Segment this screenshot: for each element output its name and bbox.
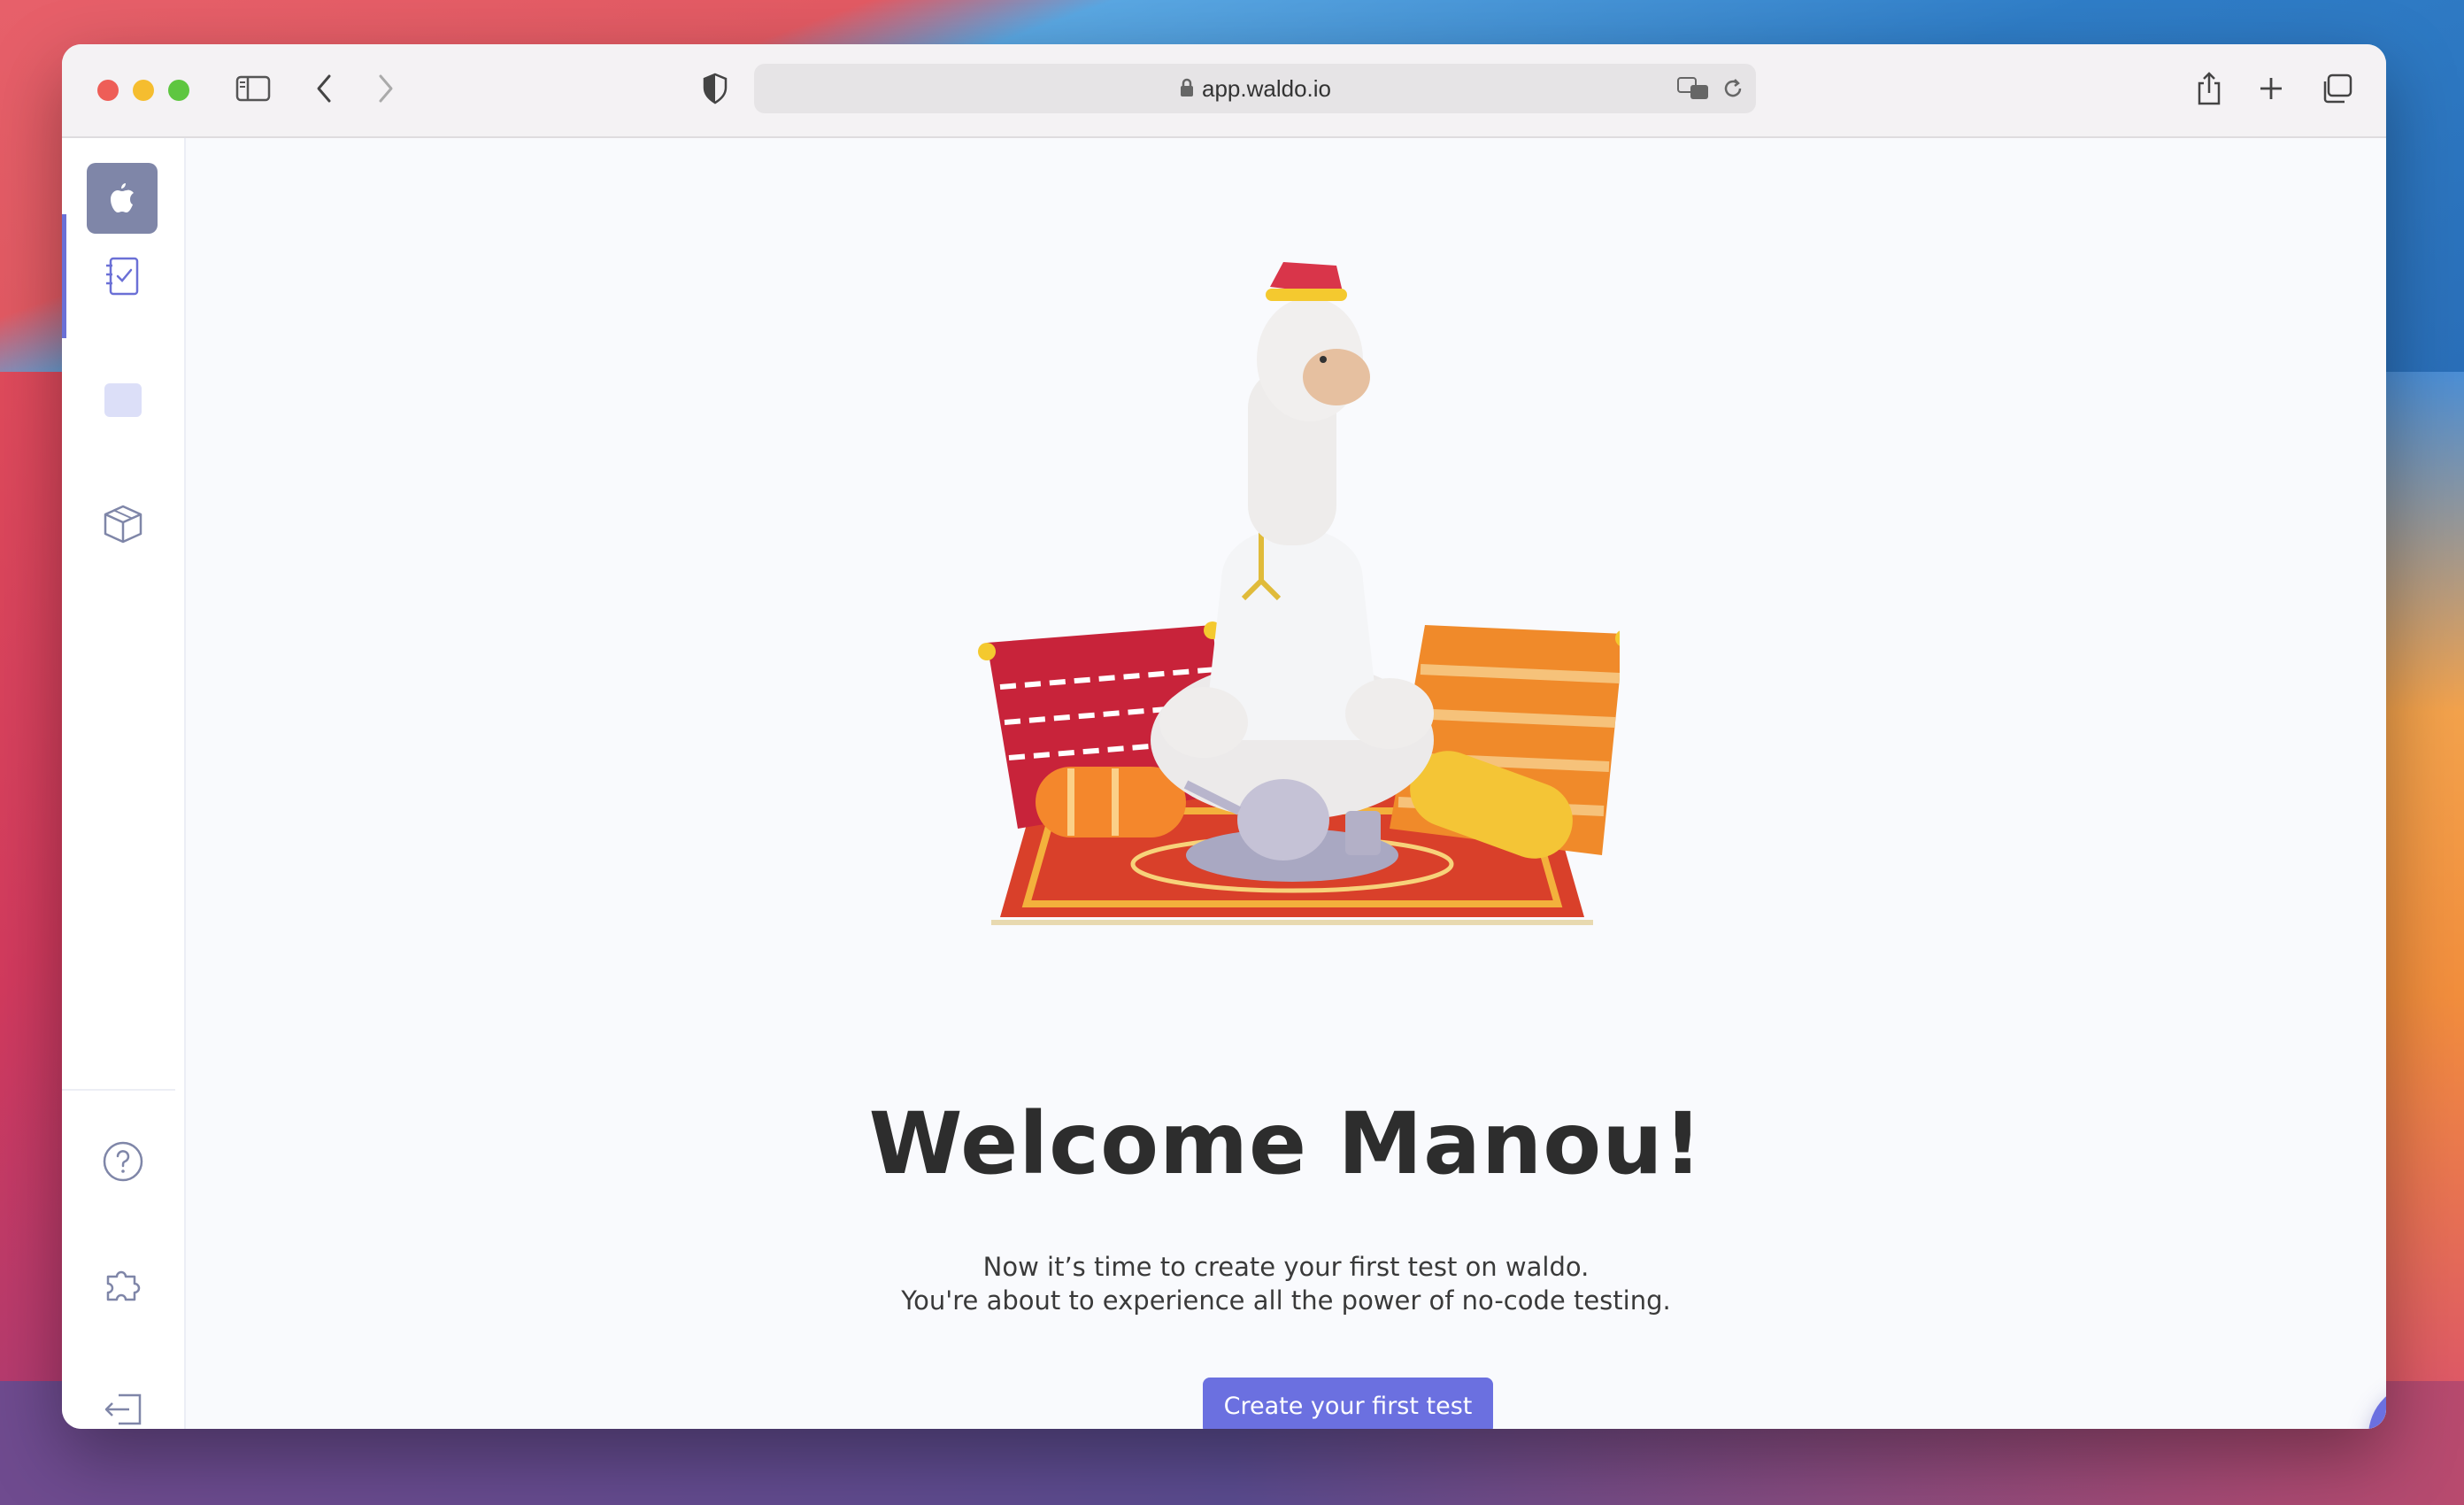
welcome-subtitle-line2: You're about to experience all the power…: [901, 1285, 1671, 1316]
square-icon: [104, 383, 142, 417]
privacy-shield-icon[interactable]: [697, 69, 733, 108]
sidebar-item-tests[interactable]: [62, 214, 184, 338]
browser-window: app.waldo.io Welcome Manou! Now it’s tim…: [62, 44, 2386, 1429]
sidebar-toggle-icon[interactable]: [234, 69, 273, 108]
puzzle-icon: [106, 1270, 141, 1301]
apple-icon: [111, 183, 134, 212]
checklist-icon: [106, 257, 139, 296]
forward-icon[interactable]: [370, 69, 402, 108]
sidebar-item-help[interactable]: [62, 1100, 184, 1223]
address-bar[interactable]: app.waldo.io: [754, 64, 1756, 113]
cube-icon: [104, 505, 142, 544]
create-first-test-button[interactable]: Create your first test: [1203, 1378, 1493, 1429]
translate-icon[interactable]: [1676, 74, 1712, 106]
welcome-title: Welcome Manou!: [868, 1094, 1704, 1193]
browser-toolbar: app.waldo.io: [62, 44, 2386, 138]
active-indicator: [62, 214, 66, 338]
sidebar-item-square[interactable]: [62, 338, 184, 462]
app-sidebar: [62, 138, 186, 1429]
help-icon: [103, 1141, 143, 1182]
url-text: app.waldo.io: [754, 64, 1756, 113]
tab-overview-icon[interactable]: [2317, 69, 2356, 108]
main-content: Welcome Manou! Now it’s time to create y…: [186, 138, 2386, 1429]
back-icon[interactable]: [308, 69, 340, 108]
new-tab-icon[interactable]: [2253, 69, 2289, 108]
sidebar-item-integrations[interactable]: [62, 1223, 184, 1347]
sidebar-item-builds[interactable]: [62, 462, 184, 586]
zoom-window-button[interactable]: [168, 80, 189, 101]
url-label: app.waldo.io: [1202, 75, 1331, 102]
welcome-subtitle-line1: Now it’s time to create your first test …: [982, 1252, 1590, 1282]
llama-illustration: [978, 262, 1620, 925]
share-icon[interactable]: [2191, 69, 2227, 108]
minimize-window-button[interactable]: [133, 80, 154, 101]
logout-icon: [104, 1393, 142, 1425]
sidebar-divider: [62, 1089, 175, 1091]
reload-icon[interactable]: [1721, 76, 1745, 104]
close-window-button[interactable]: [97, 80, 119, 101]
lock-icon: [1179, 66, 1195, 115]
sidebar-item-logout[interactable]: [62, 1347, 184, 1429]
chat-launcher-button[interactable]: [2368, 1383, 2386, 1429]
